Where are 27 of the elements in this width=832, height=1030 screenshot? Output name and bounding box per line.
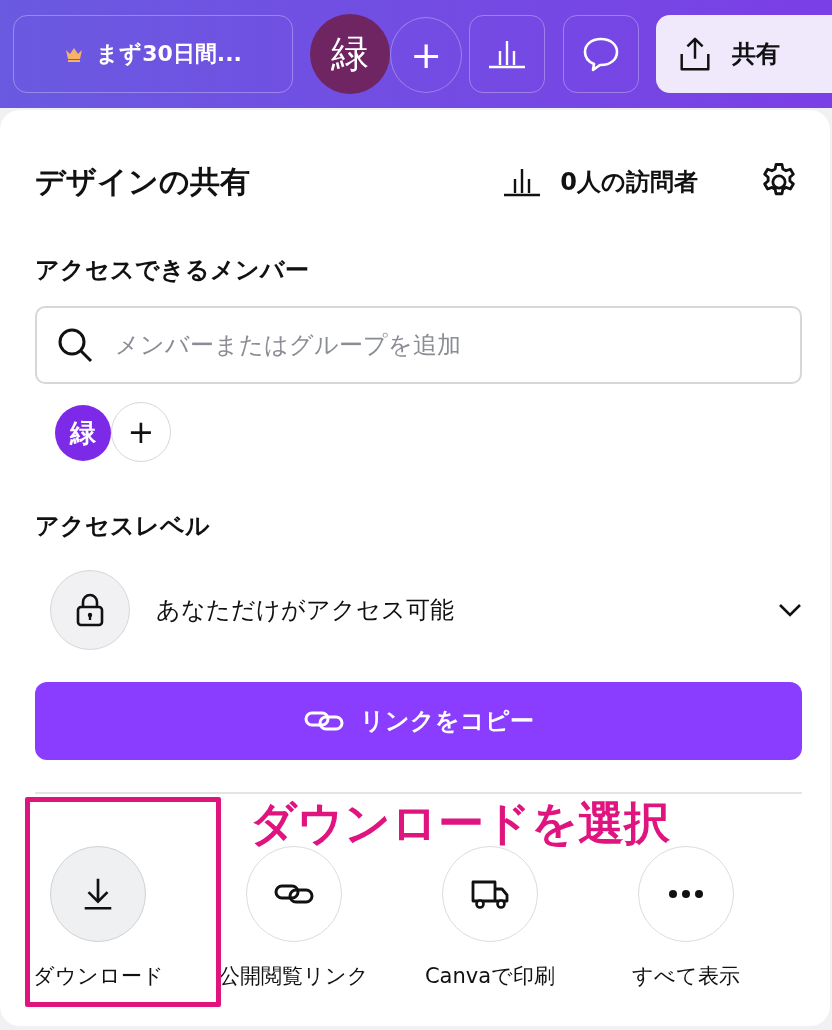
panel-title: デザインの共有 [35,162,251,201]
share-option[interactable]: すべて表示 [588,846,784,990]
analytics-button[interactable] [469,15,546,93]
search-field[interactable]: メンバーまたはグループを追加 [35,306,802,384]
section-heading: アクセスできるメンバー [35,255,310,286]
comment-button[interactable] [563,15,640,93]
bar-chart-icon [487,39,528,69]
section-heading: アクセスレベル [35,511,211,542]
visitor-count: 0人の訪問者 [560,167,698,198]
add-member-button[interactable]: + [111,402,171,462]
share-option[interactable]: 公開閲覧リンク [196,846,392,990]
member-avatar: 緑 [55,405,111,461]
copy-link-button[interactable]: リンクをコピー [35,682,802,760]
annotation-text: ダウンロードを選択 [250,800,670,846]
link-icon [303,709,344,733]
crown-icon [64,46,85,62]
more-icon [666,889,706,899]
share-option[interactable]: ダウンロード [0,846,196,990]
truck-icon [470,878,510,910]
share-option[interactable]: Canvaで印刷 [392,846,588,990]
user-avatar[interactable]: 緑 [310,14,391,94]
lock-icon [75,593,105,627]
bar-chart-icon [502,167,543,197]
access-level-dropdown[interactable]: あなただけがアクセス可能 [35,570,802,650]
share-button[interactable]: 共有 [656,15,832,93]
trial-button[interactable]: まず30日間... [13,15,294,93]
chevron-down-icon [778,603,802,617]
